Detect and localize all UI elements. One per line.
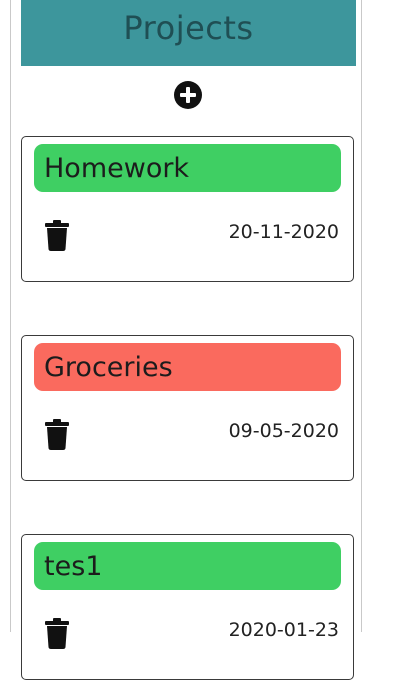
project-date: 09-05-2020 xyxy=(228,420,339,442)
project-card: tes1 2020-01-23 xyxy=(21,534,354,680)
page-title: Projects xyxy=(123,9,254,47)
project-title[interactable]: tes1 xyxy=(34,542,341,590)
project-title[interactable]: Groceries xyxy=(34,343,341,391)
project-card: Groceries 09-05-2020 xyxy=(21,335,354,481)
project-date: 2020-01-23 xyxy=(228,619,339,641)
trash-icon[interactable] xyxy=(44,618,70,649)
add-project-button[interactable] xyxy=(174,81,202,109)
trash-icon[interactable] xyxy=(44,220,70,251)
project-card: Homework 20-11-2020 xyxy=(21,136,354,282)
trash-icon[interactable] xyxy=(44,419,70,450)
page-header: Projects xyxy=(21,0,356,66)
project-title[interactable]: Homework xyxy=(34,144,341,192)
project-date: 20-11-2020 xyxy=(228,221,339,243)
